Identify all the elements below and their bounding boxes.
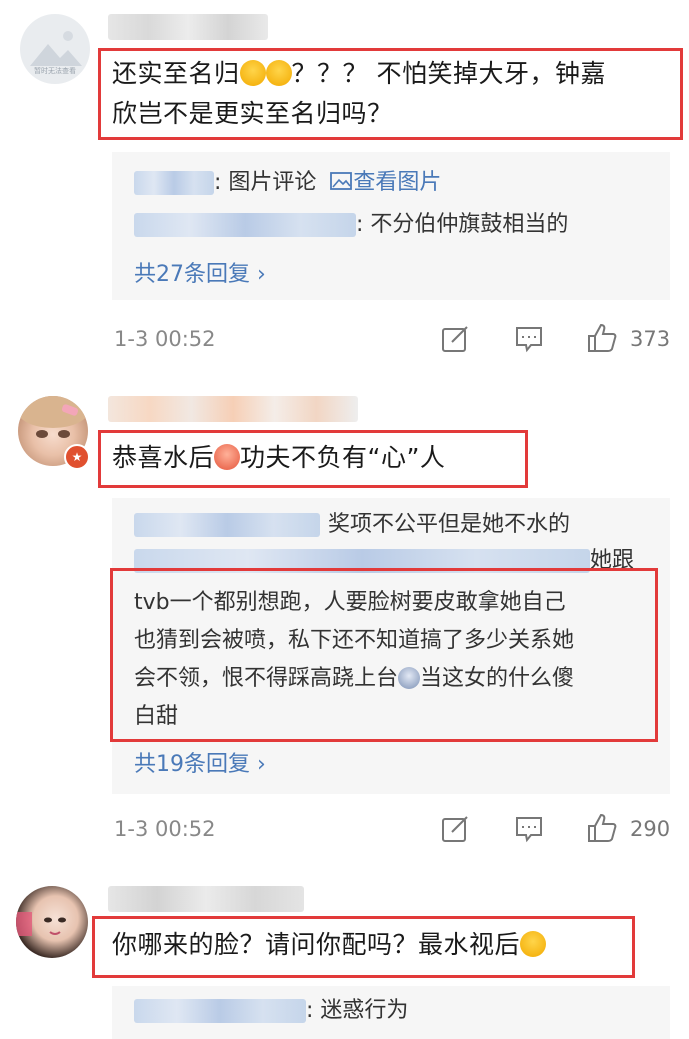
- reply-line[interactable]: : 迷惑行为: [134, 996, 408, 1026]
- blurred-username: [134, 171, 214, 195]
- view-image-link[interactable]: 查看图片: [353, 170, 441, 195]
- highlight-box: [92, 916, 635, 978]
- reply-line[interactable]: : 图片评论 查看图片: [134, 168, 441, 198]
- avatar-face: [16, 912, 66, 936]
- reply-text: 奖项不公平但是她不水的: [328, 512, 571, 537]
- reply-text: : 图片评论: [214, 170, 317, 195]
- like-count: 373: [630, 327, 671, 351]
- reply-line[interactable]: : 不分伯仲旗鼓相当的: [134, 210, 568, 240]
- blurred-username: [134, 999, 306, 1023]
- username[interactable]: [108, 14, 268, 40]
- avatar[interactable]: [16, 886, 88, 958]
- reply-text: : 不分伯仲旗鼓相当的: [356, 212, 569, 237]
- highlight-box: [110, 568, 658, 742]
- like-icon[interactable]: [586, 322, 618, 354]
- avatar[interactable]: 暂时无法查看: [20, 14, 90, 84]
- blurred-username: [134, 213, 356, 237]
- reply-panel[interactable]: : 图片评论 查看图片 : 不分伯仲旗鼓相当的 共27条回复 ›: [112, 152, 670, 300]
- timestamp: 1-3 00:52: [114, 327, 216, 351]
- more-replies-link[interactable]: 共19条回复 ›: [134, 746, 266, 778]
- username[interactable]: [108, 886, 304, 912]
- like-count: 290: [630, 817, 671, 841]
- reply-line[interactable]: 奖项不公平但是她不水的: [134, 510, 570, 540]
- more-replies-link[interactable]: 共27条回复 ›: [134, 256, 266, 288]
- highlight-box: [98, 430, 528, 488]
- avatar-caption: 暂时无法查看: [34, 67, 76, 75]
- blurred-username: [134, 513, 320, 537]
- share-icon[interactable]: [440, 324, 470, 354]
- share-icon[interactable]: [440, 814, 470, 844]
- username[interactable]: [108, 396, 358, 422]
- reply-text: : 迷惑行为: [306, 998, 409, 1023]
- verified-badge-icon: ★: [64, 444, 90, 470]
- reply-panel[interactable]: : 迷惑行为: [112, 986, 670, 1039]
- highlight-box: [98, 48, 683, 140]
- image-icon: [330, 172, 353, 190]
- comment-icon[interactable]: [514, 324, 544, 354]
- timestamp: 1-3 00:52: [114, 817, 216, 841]
- comment-icon[interactable]: [514, 814, 544, 844]
- like-icon[interactable]: [586, 812, 618, 844]
